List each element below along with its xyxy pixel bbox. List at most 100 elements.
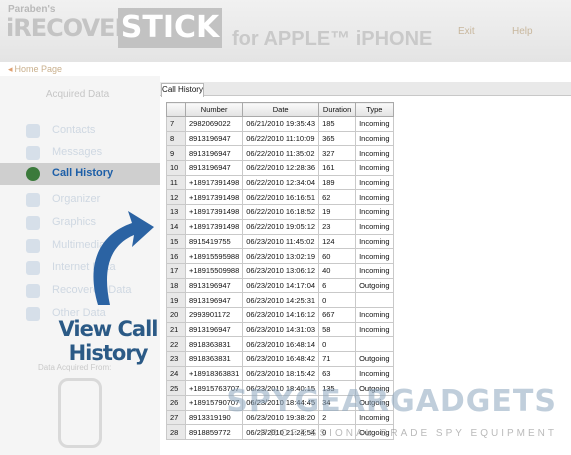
type-cell: Incoming (355, 189, 394, 206)
iphone-device-icon (58, 378, 102, 448)
column-header-date[interactable]: Date (242, 102, 320, 117)
messages-icon (26, 146, 40, 160)
row-index-cell: 26 (166, 395, 186, 411)
table-row[interactable]: 26 +18915790707 06/23/2010 18:44:45 34 Outgo… (166, 395, 394, 411)
exit-link[interactable]: Exit (458, 26, 475, 37)
number-cell: 8913196947 (184, 321, 244, 338)
date-cell: 06/22/2010 19:05:12 (242, 218, 320, 235)
duration-cell: 60 (318, 248, 357, 264)
table-row[interactable]: 25 +18915763707 06/23/2010 18:40:15 135 Outg… (166, 380, 394, 397)
number-cell: 8918363831 (184, 336, 244, 352)
column-header-duration[interactable]: Duration (318, 102, 357, 117)
row-index-header[interactable] (166, 102, 186, 117)
duration-cell: 34 (318, 395, 357, 411)
row-index-cell: 15 (166, 233, 186, 250)
table-row[interactable]: 12 +18917391498 06/22/2010 16:16:51 62 Incom… (166, 189, 394, 206)
row-index-cell: 8 (166, 130, 186, 147)
duration-cell: 2 (318, 409, 357, 426)
table-row[interactable]: 17 +18915509988 06/23/2010 13:06:12 40 Incom… (166, 262, 394, 279)
row-index-cell: 23 (166, 351, 186, 367)
multimedia-icon (26, 239, 40, 253)
app-header: Paraben's iRECOVERY STICK for APPLE™ iPH… (0, 0, 571, 62)
other-data-icon (26, 307, 40, 321)
date-cell: 06/22/2010 11:10:09 (242, 130, 320, 147)
sidebar-item-messages[interactable]: Messages (0, 142, 160, 164)
table-row[interactable]: 20 2993901172 06/23/2010 14:16:12 667 Incomi… (166, 306, 394, 323)
type-cell: Incoming (355, 306, 394, 323)
sidebar-item-call-history[interactable]: Call History (0, 163, 160, 185)
home-page-link[interactable]: ◂ Home Page (8, 64, 62, 75)
date-cell: 06/23/2010 18:15:42 (242, 365, 320, 382)
duration-cell: 19 (318, 204, 357, 220)
table-row[interactable]: 16 +18915595988 06/23/2010 13:02:19 60 Incom… (166, 248, 394, 264)
date-cell: 06/23/2010 14:16:12 (242, 306, 320, 323)
type-cell: Outgoing (355, 395, 394, 411)
duration-cell: 23 (318, 218, 357, 235)
sidebar-item-label: Messages (52, 146, 103, 158)
table-row[interactable]: 28 8918859772 06/23/2010 21:24:54 0 Outgoing (166, 424, 394, 441)
date-cell: 06/23/2010 21:24:54 (242, 424, 320, 441)
table-row[interactable]: 13 +18917391498 06/22/2010 16:18:52 19 Incom… (166, 204, 394, 220)
table-row[interactable]: 8 8913196947 06/22/2010 11:10:09 365 Incomin… (166, 130, 394, 147)
table-row[interactable]: 19 8913196947 06/23/2010 14:25:31 0 (166, 292, 394, 308)
duration-cell: 0 (318, 336, 357, 352)
table-row[interactable]: 27 8913319190 06/23/2010 19:38:20 2 Incoming (166, 409, 394, 426)
number-cell: 8913196947 (184, 277, 244, 294)
duration-cell: 135 (318, 380, 357, 397)
number-cell: +18917391498 (184, 218, 244, 235)
duration-cell: 0 (318, 424, 357, 441)
number-cell: +18917391498 (184, 174, 244, 191)
number-cell: +18917391498 (184, 189, 244, 206)
table-row[interactable]: 21 8913196947 06/23/2010 14:31:03 58 Incomin… (166, 321, 394, 338)
date-cell: 06/21/2010 19:35:43 (242, 116, 320, 132)
duration-cell: 58 (318, 321, 357, 338)
sidebar-title: Acquired Data (45, 89, 110, 100)
column-header-number[interactable]: Number (184, 102, 244, 117)
date-cell: 06/22/2010 12:34:04 (242, 174, 320, 191)
row-index-cell: 9 (166, 145, 186, 162)
type-cell: Incoming (355, 321, 394, 338)
help-link[interactable]: Help (512, 26, 533, 37)
row-index-cell: 22 (166, 336, 186, 352)
row-index-cell: 13 (166, 204, 186, 220)
type-cell: Incoming (355, 248, 394, 264)
number-cell: 8913319190 (184, 409, 244, 426)
call-history-icon (26, 167, 40, 181)
number-cell: 8918363831 (184, 351, 244, 367)
table-row[interactable]: 23 8918363831 06/23/2010 16:48:42 71 Outgoin… (166, 351, 394, 367)
number-cell: 8913196947 (184, 160, 244, 176)
row-index-cell: 25 (166, 380, 186, 397)
type-cell: Incoming (355, 218, 394, 235)
column-header-type[interactable]: Type (355, 102, 394, 117)
tab-call-history[interactable]: Call History (161, 83, 204, 97)
sidebar-item-contacts[interactable]: Contacts (0, 120, 160, 142)
row-index-cell: 17 (166, 262, 186, 279)
internet-icon (26, 261, 40, 275)
row-index-cell: 19 (166, 292, 186, 308)
row-index-cell: 11 (166, 174, 186, 191)
table-row[interactable]: 10 8913196947 06/22/2010 12:28:36 161 Incomi… (166, 160, 394, 176)
callout-line-1: View Call (58, 317, 158, 341)
duration-cell: 40 (318, 262, 357, 279)
type-cell: Outgoing (355, 424, 394, 441)
row-index-cell: 21 (166, 321, 186, 338)
table-row[interactable]: 14 +18917391498 06/22/2010 19:05:12 23 Incom… (166, 218, 394, 235)
type-cell: Incoming (355, 262, 394, 279)
table-row[interactable]: 22 8918363831 06/23/2010 16:48:14 0 (166, 336, 394, 352)
table-row[interactable]: 24 +18918363831 06/23/2010 18:15:42 63 Incom… (166, 365, 394, 382)
date-cell: 06/23/2010 16:48:42 (242, 351, 320, 367)
date-cell: 06/23/2010 14:25:31 (242, 292, 320, 308)
table-row[interactable]: 15 8915419755 06/23/2010 11:45:02 124 Incomi… (166, 233, 394, 250)
table-row[interactable]: 11 +18917391498 06/22/2010 12:34:04 189 Inco… (166, 174, 394, 191)
table-row[interactable]: 7 2982069022 06/21/2010 19:35:43 185 Incomin… (166, 116, 394, 132)
table-row[interactable]: 9 8913196947 06/22/2010 11:35:02 327 Incomin… (166, 145, 394, 162)
table-row[interactable]: 18 8913196947 06/23/2010 14:17:04 6 Outgoing (166, 277, 394, 294)
duration-cell: 327 (318, 145, 357, 162)
row-index-cell: 10 (166, 160, 186, 176)
number-cell: 8913196947 (184, 145, 244, 162)
type-cell: Outgoing (355, 277, 394, 294)
date-cell: 06/23/2010 13:06:12 (242, 262, 320, 279)
type-cell: Incoming (355, 130, 394, 147)
date-cell: 06/22/2010 12:28:36 (242, 160, 320, 176)
date-cell: 06/22/2010 16:16:51 (242, 189, 320, 206)
